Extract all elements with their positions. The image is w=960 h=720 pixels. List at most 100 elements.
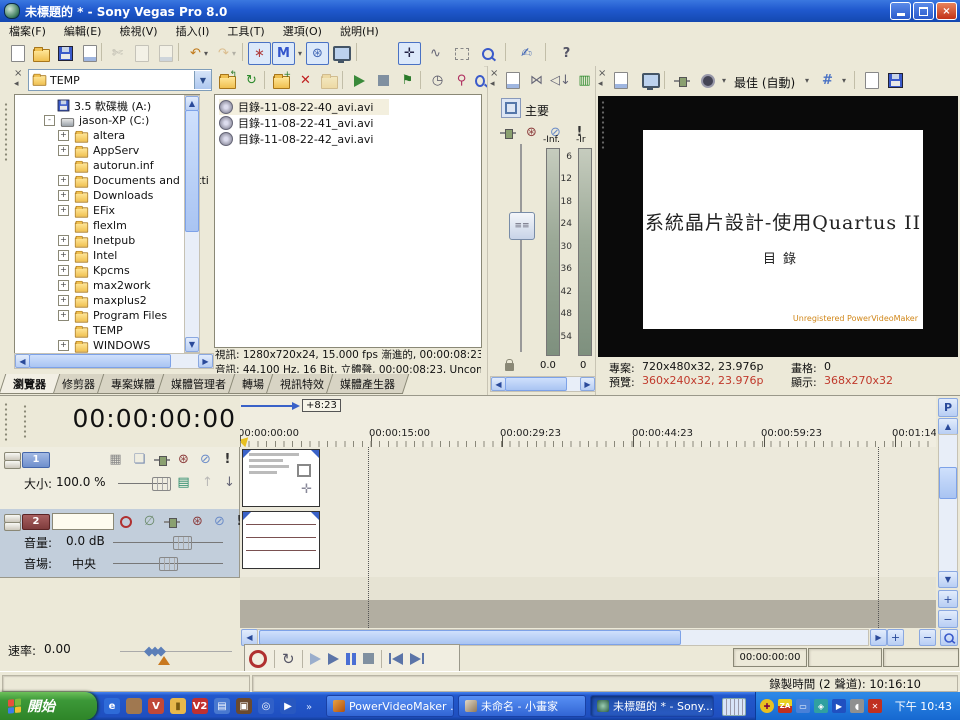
up-folder-button[interactable]: ↰ — [216, 69, 239, 92]
redo-dropdown[interactable]: ▾ — [228, 42, 240, 65]
input-language-keyboard-icon[interactable] — [722, 698, 746, 716]
track-solo-icon[interactable]: ! — [216, 448, 239, 471]
save-snapshot-button[interactable] — [884, 69, 907, 92]
quicklaunch-desktop-icon[interactable] — [126, 698, 142, 714]
selection-tool-button[interactable] — [450, 42, 473, 65]
tree-toggle[interactable]: + — [58, 145, 69, 156]
preview-quality-dropdown[interactable]: ▾ — [801, 69, 813, 92]
menu-tools[interactable]: 工具(T) — [218, 23, 273, 39]
tree-item[interactable]: +Program Files — [14, 308, 167, 323]
quicklaunch-ie-icon[interactable]: e — [104, 698, 120, 714]
minimize-button[interactable] — [890, 2, 911, 20]
media-manager-button[interactable]: ⚲ — [450, 69, 473, 92]
video-event-clip[interactable]: ✛ — [242, 449, 320, 507]
overlays-grid-button[interactable]: # — [816, 69, 839, 92]
track-fx-gear-icon[interactable]: ⊛ — [186, 510, 209, 533]
auto-ripple-button[interactable]: M — [272, 42, 295, 65]
scroll-down-button[interactable]: ▼ — [938, 571, 958, 588]
timeline-empty-area[interactable] — [240, 577, 936, 600]
video-output-icon[interactable] — [674, 76, 690, 86]
tree-toggle[interactable]: + — [58, 265, 69, 276]
tree-vertical-scrollbar[interactable]: ▲ ▼ — [184, 95, 200, 353]
project-properties-button[interactable] — [609, 69, 632, 92]
tree-horizontal-scrollbar[interactable]: ◀ ▶ — [14, 353, 214, 369]
record-arm-icon[interactable] — [114, 510, 137, 533]
tab-explorer[interactable]: 瀏覽器 — [0, 374, 60, 394]
audio-track-lane[interactable] — [240, 509, 936, 578]
pan-slider[interactable] — [113, 563, 223, 564]
audio-track-header[interactable]: 2 ∅ ⊛ ⊘ ! 音量: 0.0 dB 音場: 中央 — [0, 509, 240, 578]
tree-item[interactable]: +max2work — [14, 278, 151, 293]
tray-msn-icon[interactable]: ✕ — [868, 699, 882, 713]
tab-media-generators[interactable]: 媒體產生器 — [326, 374, 409, 394]
tree-item[interactable]: +AppServ — [14, 143, 139, 158]
file-item[interactable]: 目錄-11-08-22-41_avi.avi — [219, 115, 373, 131]
media-properties-button[interactable]: ◷ — [426, 69, 449, 92]
ignore-grouping-button[interactable] — [330, 42, 353, 65]
master-fader-handle[interactable]: ≡≡ — [509, 212, 535, 240]
start-preview-button[interactable] — [348, 69, 371, 92]
search-button[interactable] — [474, 69, 486, 92]
zoom-in-track-height-button[interactable]: + — [938, 590, 958, 608]
cursor-position-cell[interactable]: 00:00:00:00 — [733, 648, 807, 667]
new-project-button[interactable] — [6, 42, 29, 65]
split-screen-dropdown[interactable]: ▾ — [718, 69, 730, 92]
timeline-vertical-scrollbar[interactable] — [938, 434, 958, 572]
tree-item[interactable]: +Documents and Settings — [14, 173, 208, 188]
master-bus-icon[interactable] — [501, 98, 521, 118]
meters-button[interactable]: ▥ — [573, 69, 596, 92]
file-item[interactable]: 目錄-11-08-22-42_avi.avi — [219, 131, 373, 147]
tray-display-icon[interactable]: ▭ — [796, 699, 810, 713]
zoom-tool-button[interactable] — [476, 42, 499, 65]
chevron-down-icon[interactable]: ▼ — [194, 71, 211, 89]
tray-media-player-icon[interactable]: ▶ — [832, 699, 846, 713]
tree-item[interactable]: autorun.inf — [14, 158, 154, 173]
start-button[interactable]: 開始 — [0, 692, 97, 720]
properties-button[interactable] — [78, 42, 101, 65]
quicklaunch-folder-icon[interactable]: ▮ — [170, 698, 186, 714]
tray-volume-icon[interactable]: ◖ — [850, 699, 864, 713]
quicklaunch-document-icon[interactable]: ▤ — [214, 698, 230, 714]
zoom-tool-edit-button[interactable] — [940, 629, 958, 646]
menu-insert[interactable]: 插入(I) — [167, 23, 219, 39]
video-track-number[interactable]: 1 — [22, 452, 50, 468]
scroll-up-button[interactable]: ▲ — [938, 418, 958, 435]
mixer-horizontal-scrollbar[interactable]: ◀ ▶ — [490, 376, 596, 392]
track-bus-icon[interactable] — [164, 517, 180, 527]
tray-network-icon[interactable]: ◈ — [814, 699, 828, 713]
track-bus-icon[interactable] — [154, 455, 170, 465]
tray-zonealarm-icon[interactable]: ZA — [778, 699, 792, 713]
zoom-in-time-button[interactable]: + — [887, 629, 904, 646]
event-pan-crop-icon[interactable] — [297, 464, 311, 477]
address-combo[interactable]: TEMP ▼ — [28, 69, 212, 91]
track-name-field[interactable] — [52, 513, 114, 530]
quicklaunch-overflow-chevron[interactable]: » — [306, 702, 312, 713]
tree-item[interactable]: -jason-XP (C:) — [14, 113, 149, 128]
tree-item[interactable]: +EFix — [14, 203, 115, 218]
tree-item-current[interactable]: TEMP — [14, 323, 123, 338]
track-maximize-button[interactable] — [4, 460, 21, 469]
paste-button[interactable] — [154, 42, 177, 65]
pause-button[interactable] — [346, 653, 356, 665]
pan-slider-handle[interactable] — [159, 557, 178, 571]
panel-close-icon[interactable]: × — [14, 68, 22, 79]
tree-toggle[interactable]: + — [58, 130, 69, 141]
copy-snapshot-button[interactable] — [860, 69, 883, 92]
tree-item[interactable]: flexlm — [14, 218, 127, 233]
restore-button[interactable] — [913, 2, 934, 20]
favorites-button[interactable] — [318, 69, 341, 92]
preview-quality-label[interactable]: 最佳 (自動) — [734, 74, 795, 91]
close-button[interactable]: × — [936, 2, 957, 20]
track-fx-gear-icon[interactable]: ⊛ — [172, 448, 195, 471]
menu-help[interactable]: 說明(H) — [331, 23, 388, 39]
tree-item[interactable]: +WINDOWS — [14, 338, 150, 353]
script-button[interactable]: ✍ — [515, 42, 538, 65]
copy-button[interactable] — [130, 42, 153, 65]
track-maximize-button[interactable] — [4, 522, 21, 531]
track-layers-icon[interactable]: ▤ — [172, 471, 195, 494]
zoom-out-time-button[interactable]: − — [919, 629, 936, 646]
dim-output-button[interactable]: ◁↓ — [549, 69, 572, 92]
record-button[interactable] — [249, 650, 267, 668]
tree-toggle[interactable]: + — [58, 205, 69, 216]
timeline-ruler[interactable]: +8:23 00:00:00:00 00:00:15:00 00:00:29:2… — [240, 396, 936, 448]
